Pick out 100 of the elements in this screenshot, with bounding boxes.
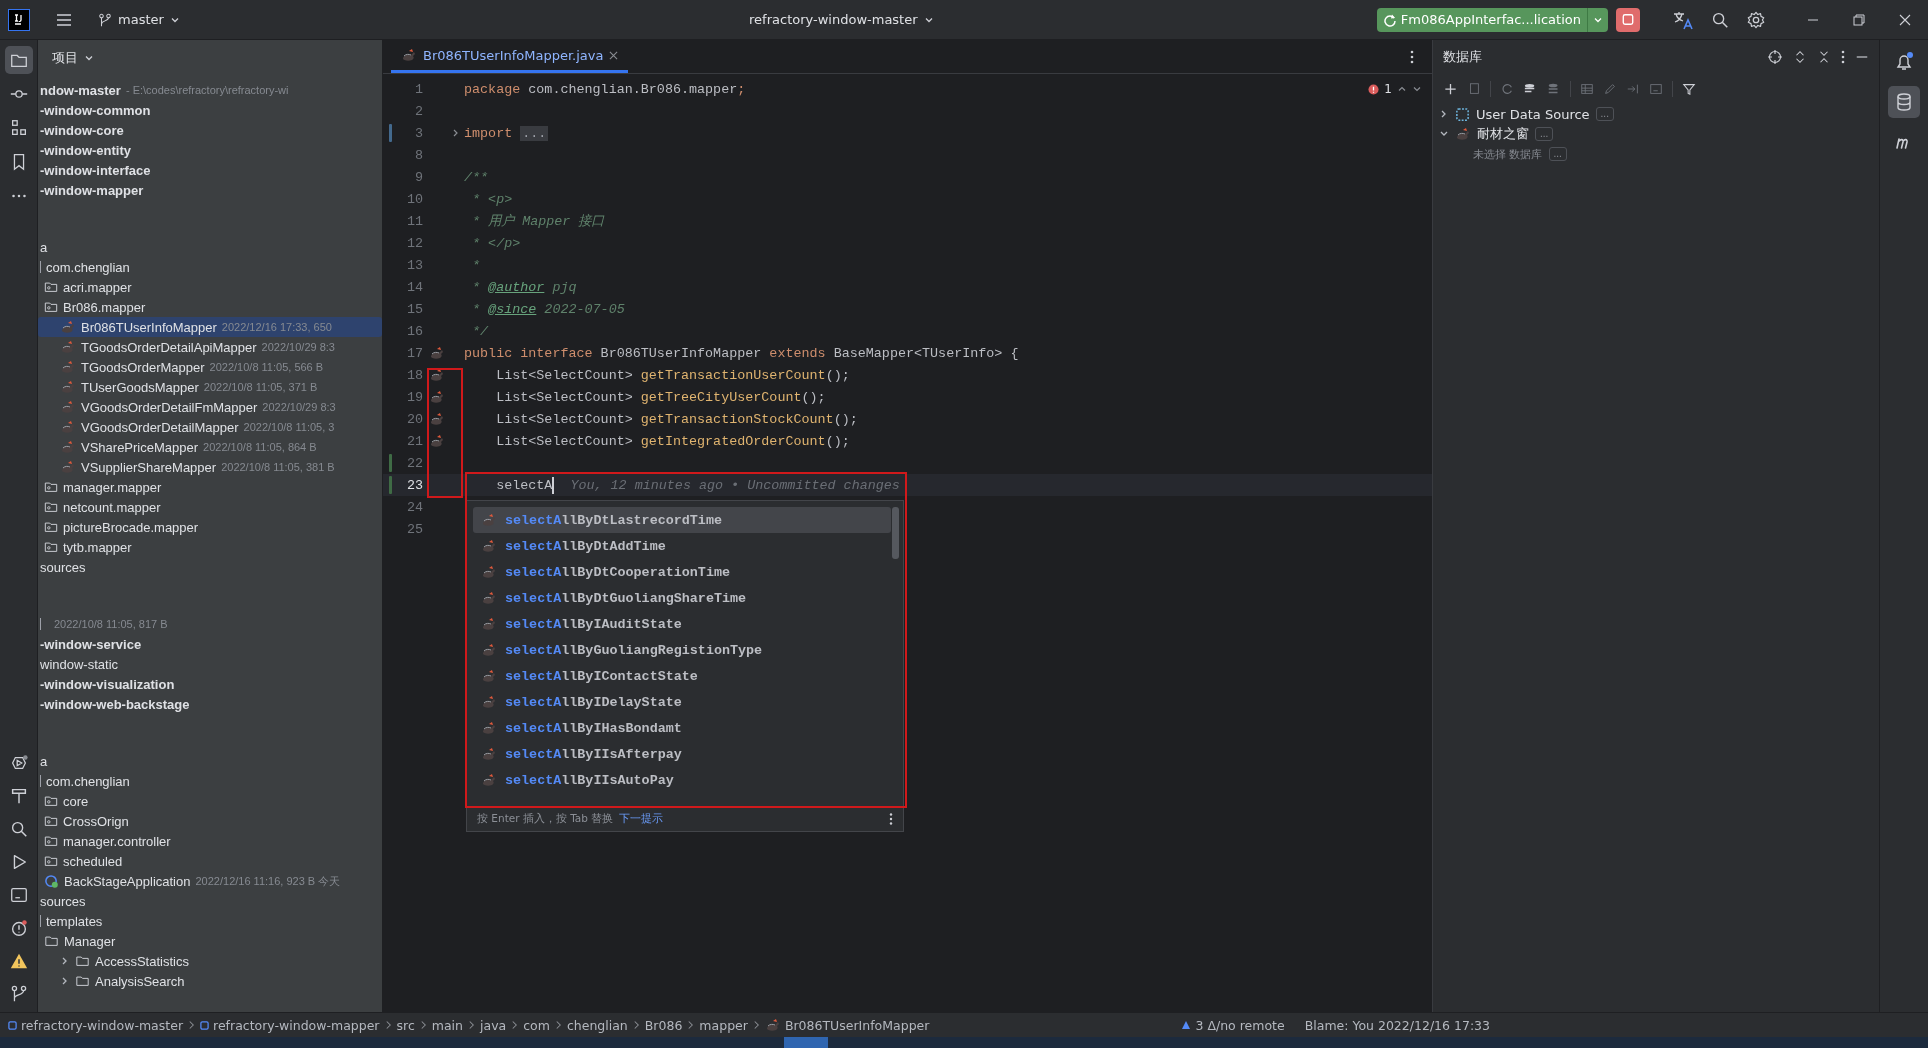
table-icon[interactable]: [1580, 82, 1594, 96]
problem-count[interactable]: 1: [1384, 82, 1392, 96]
add-icon[interactable]: [1443, 81, 1458, 97]
tree-item[interactable]: manager.mapper: [63, 479, 162, 495]
more-icon[interactable]: [889, 812, 893, 826]
tree-item[interactable]: com.chenglian: [46, 773, 130, 789]
tree-item[interactable]: -window-web-backstage: [40, 696, 190, 712]
tree-item[interactable]: CrossOrign: [63, 813, 129, 829]
app-logo[interactable]: [8, 8, 30, 31]
tree-item[interactable]: VGoodsOrderDetailMapper: [81, 419, 239, 435]
scrollbar[interactable]: [892, 507, 899, 559]
tree-item[interactable]: core: [63, 793, 89, 809]
database-icon[interactable]: [1888, 86, 1920, 118]
breadcrumb[interactable]: src: [396, 1017, 415, 1033]
run-dropdown-button[interactable]: [1587, 7, 1608, 32]
refresh-icon[interactable]: [1500, 82, 1514, 96]
completion-item[interactable]: selectAllByIIsAutoPay: [473, 767, 891, 793]
tree-item[interactable]: -window-mapper: [40, 182, 144, 198]
tree-item[interactable]: acri.mapper: [63, 279, 132, 295]
tree-item[interactable]: scheduled: [63, 853, 123, 869]
completion-item[interactable]: selectAllByIAuditState: [473, 611, 891, 637]
console-icon[interactable]: [1649, 82, 1663, 96]
tree-item[interactable]: sources: [40, 559, 86, 575]
tree-item[interactable]: AnalysisSearch: [95, 973, 185, 989]
tree-item[interactable]: -window-service: [40, 636, 142, 652]
more-chip[interactable]: ...: [1535, 127, 1554, 141]
filter-icon[interactable]: [1682, 82, 1696, 96]
tree-item[interactable]: Manager: [64, 933, 116, 949]
completion-item[interactable]: selectAllByIDelayState: [473, 689, 891, 715]
tree-item[interactable]: a: [40, 753, 48, 769]
change-marker[interactable]: [389, 476, 392, 494]
breadcrumb[interactable]: chenglian: [566, 1017, 628, 1033]
editor-tab[interactable]: Br086TUserInfoMapper.java: [391, 40, 629, 73]
completion-item[interactable]: selectAllByIHasBondamt: [473, 715, 891, 741]
completion-item[interactable]: selectAllByDtAddTime: [473, 533, 891, 559]
collapse-icon[interactable]: [1817, 50, 1831, 64]
copy-icon[interactable]: [1467, 82, 1481, 96]
blame-info[interactable]: Blame: You 2022/12/16 17:33: [1304, 1017, 1490, 1033]
tree-item[interactable]: AccessStatistics: [95, 953, 189, 969]
more-icon[interactable]: [1841, 49, 1845, 65]
branch-selector[interactable]: master: [92, 11, 186, 28]
expand-icon[interactable]: [1793, 50, 1807, 64]
completion-item[interactable]: selectAllByDtCooperationTime: [473, 559, 891, 585]
selected-tree-row[interactable]: Br086TUserInfoMapper 2022/12/16 17:33, 650: [38, 317, 382, 337]
tree-item[interactable]: TGoodsOrderMapper: [81, 359, 205, 375]
completion-item[interactable]: selectAllByDtGuoliangShareTime: [473, 585, 891, 611]
completion-item[interactable]: selectAllByIContactState: [473, 663, 891, 689]
tree-item[interactable]: User Data Source: [1476, 106, 1590, 122]
tree-item[interactable]: VSupplierShareMapper: [81, 459, 217, 475]
tree-item[interactable]: manager.controller: [63, 833, 171, 849]
project-view-selector[interactable]: 项目: [52, 49, 94, 67]
next-tip-link[interactable]: 下一提示: [619, 812, 664, 826]
tree-item[interactable]: a: [40, 239, 48, 255]
folded-code[interactable]: ...: [520, 125, 549, 141]
tree-item[interactable]: 耐材之窗: [1477, 125, 1529, 143]
previous-icon[interactable]: [1397, 84, 1407, 94]
tree-item[interactable]: VGoodsOrderDetailFmMapper: [81, 399, 258, 415]
target-icon[interactable]: [1767, 49, 1783, 65]
project-selector[interactable]: refractory-window-master: [743, 11, 940, 28]
tree-item[interactable]: -window-common: [40, 102, 151, 118]
completion-item[interactable]: selectAllByGuoliangRegistionType: [473, 637, 891, 663]
run-configuration-button[interactable]: Fm086AppInterfac...lication: [1376, 7, 1587, 32]
tree-item[interactable]: netcount.mapper: [63, 499, 161, 515]
breadcrumb[interactable]: main: [431, 1017, 463, 1033]
completion-item[interactable]: selectAllByDtLastrecordTime: [473, 507, 891, 533]
tree-item[interactable]: VSharePriceMapper: [81, 439, 199, 455]
tree-item[interactable]: 未选择 数据库: [1473, 146, 1543, 162]
tree-item[interactable]: -window-entity: [40, 142, 131, 158]
breadcrumb[interactable]: java: [480, 1017, 507, 1033]
tree-item[interactable]: BackStageApplication: [64, 873, 191, 889]
change-marker[interactable]: [389, 124, 392, 142]
more-chip[interactable]: ...: [1548, 147, 1567, 161]
tree-item[interactable]: com.chenglian: [46, 259, 130, 275]
breadcrumb[interactable]: refractory-window-master: [8, 1017, 184, 1033]
next-icon[interactable]: [1412, 84, 1422, 94]
close-icon[interactable]: [609, 50, 619, 60]
completion-item[interactable]: selectAllByIIsAfterpay: [473, 741, 891, 767]
tree-item[interactable]: tytb.mapper: [63, 539, 132, 555]
breadcrumb[interactable]: Br086: [644, 1017, 683, 1033]
tree-item[interactable]: ndow-master: [40, 82, 121, 98]
tree-item[interactable]: sources: [40, 893, 86, 909]
change-marker[interactable]: [389, 454, 392, 472]
stop-button[interactable]: [1616, 7, 1640, 32]
vcs-status[interactable]: 3 Δ/no remote: [1175, 1016, 1291, 1034]
tree-item[interactable]: Br086TUserInfoMapper: [81, 319, 217, 335]
tree-item[interactable]: Br086.mapper: [63, 299, 146, 315]
folder-icon[interactable]: [4, 46, 33, 74]
tree-item[interactable]: -window-visualization: [40, 676, 175, 692]
breadcrumb[interactable]: mapper: [699, 1017, 748, 1033]
tree-item[interactable]: -window-core: [40, 122, 124, 138]
tree-item[interactable]: -window-interface: [40, 162, 151, 178]
more-chip[interactable]: ...: [1595, 107, 1614, 121]
breadcrumb[interactable]: refractory-window-mapper: [200, 1017, 380, 1033]
tree-item[interactable]: pictureBrocade.mapper: [63, 519, 199, 535]
tree-item[interactable]: TUserGoodsMapper: [81, 379, 199, 395]
tree-item[interactable]: window-static: [40, 656, 119, 672]
tree-item[interactable]: templates: [46, 913, 103, 929]
database-icon[interactable]: [1547, 82, 1561, 96]
breadcrumb[interactable]: Br086TUserInfoMapper: [764, 1017, 930, 1033]
breadcrumb[interactable]: com: [523, 1017, 550, 1033]
